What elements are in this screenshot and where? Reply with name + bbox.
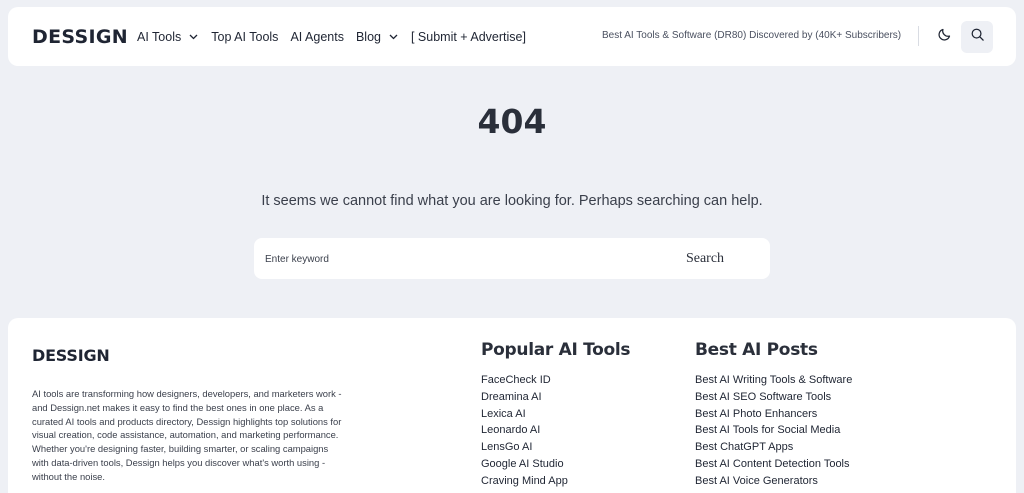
search-input[interactable] [265, 248, 645, 270]
error-code: 404 [477, 102, 547, 141]
nav-item-top-ai-tools[interactable]: Top AI Tools [211, 30, 278, 44]
main-nav: AI Tools Top AI Tools AI Agents Blog [ S… [137, 7, 538, 66]
list-item[interactable]: Best AI Writing Tools & Software [695, 372, 852, 389]
header-divider [918, 26, 919, 46]
footer-logo[interactable]: DESSIGN [32, 346, 110, 365]
list-item[interactable]: Best AI Tools for Social Media [695, 422, 852, 439]
list-item[interactable]: Best AI SEO Software Tools [695, 389, 852, 406]
nav-item-label: Top AI Tools [211, 29, 279, 44]
list-item[interactable]: Best AI Photo Enhancers [695, 406, 852, 423]
header-search-button[interactable] [961, 21, 993, 53]
search-button[interactable]: Search [650, 242, 760, 275]
list-item[interactable]: Leonardo AI [481, 422, 630, 439]
best-ai-posts-column: Best AI Posts Best AI Writing Tools & So… [695, 340, 852, 490]
search-icon [970, 27, 985, 47]
list-item[interactable]: Lexica AI [481, 406, 630, 423]
list-item[interactable]: Best ChatGPT Apps [695, 439, 852, 456]
chevron-down-icon [189, 32, 199, 42]
list-item[interactable]: Craving Mind App [481, 473, 630, 490]
nav-item-submit-advertise[interactable]: [ Submit + Advertise] [411, 30, 526, 44]
nav-item-blog[interactable]: Blog [356, 30, 399, 44]
nav-item-label: Blog [355, 29, 381, 44]
nav-item-ai-tools[interactable]: AI Tools [137, 30, 199, 44]
list-item[interactable]: Dreamina AI [481, 389, 630, 406]
header-tagline: Best AI Tools & Software (DR80) Discover… [602, 30, 902, 41]
nav-item-label: [ Submit + Advertise] [410, 29, 526, 44]
nav-item-label: AI Agents [290, 29, 344, 44]
list-item[interactable]: Google AI Studio [481, 456, 630, 473]
site-header: DESSIGN AI Tools Top AI Tools AI Agents … [8, 7, 1016, 66]
popular-ai-tools-list: FaceCheck ID Dreamina AI Lexica AI Leona… [481, 372, 630, 490]
list-item[interactable]: FaceCheck ID [481, 372, 630, 389]
moon-icon [937, 27, 952, 47]
error-message: It seems we cannot find what you are loo… [261, 193, 763, 209]
footer-description: AI tools are transforming how designers,… [32, 388, 342, 482]
list-item[interactable]: Best AI Voice Generators [695, 473, 852, 490]
list-item[interactable]: Best AI Content Detection Tools [695, 456, 852, 473]
theme-toggle-button[interactable] [928, 21, 960, 53]
popular-ai-tools-column: Popular AI Tools FaceCheck ID Dreamina A… [481, 340, 631, 490]
search-form: Search [254, 238, 770, 279]
best-ai-posts-list: Best AI Writing Tools & Software Best AI… [695, 372, 852, 490]
nav-item-label: AI Tools [137, 29, 182, 44]
site-footer: DESSIGN AI tools are transforming how de… [8, 318, 1016, 493]
site-logo[interactable]: DESSIGN [32, 26, 128, 48]
chevron-down-icon [389, 32, 399, 42]
list-item[interactable]: LensGo AI [481, 439, 630, 456]
best-ai-posts-heading: Best AI Posts [695, 340, 818, 360]
nav-item-ai-agents[interactable]: AI Agents [290, 30, 344, 44]
popular-ai-tools-heading: Popular AI Tools [481, 340, 631, 360]
